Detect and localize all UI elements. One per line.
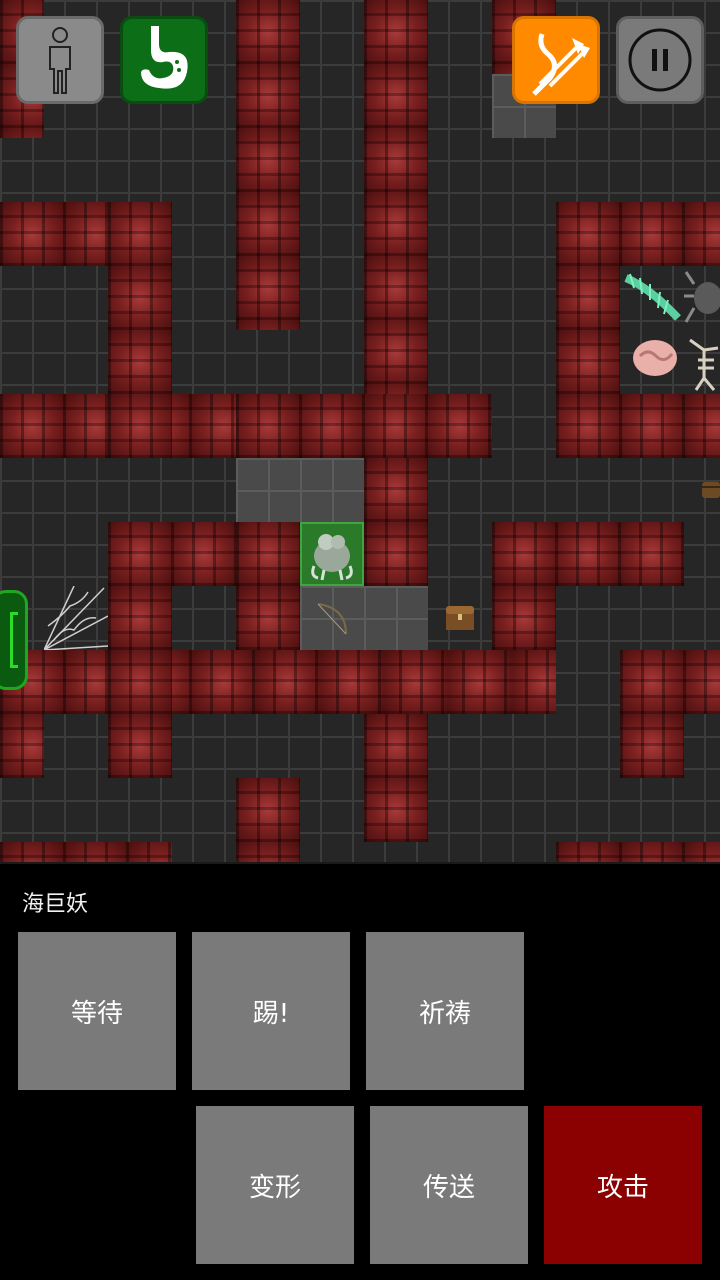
lit-floor — [236, 458, 364, 522]
wall-segment — [556, 202, 620, 458]
bow-icon[interactable] — [312, 598, 352, 638]
wall-segment — [236, 778, 300, 862]
wall-segment — [0, 842, 172, 862]
player-tile[interactable] — [300, 522, 364, 586]
quiver-arrows-icon — [532, 33, 590, 96]
pause-icon — [628, 28, 692, 92]
wall-segment — [0, 650, 556, 714]
brain-blob-icon[interactable] — [628, 334, 682, 382]
attack-button[interactable]: 攻击 — [544, 1106, 702, 1264]
teleport-button[interactable]: 传送 — [370, 1106, 528, 1264]
wall-segment — [0, 714, 44, 778]
wall-segment — [236, 522, 300, 650]
player-monster-icon — [311, 534, 353, 581]
wall-segment — [492, 522, 684, 586]
pause-button[interactable] — [616, 16, 704, 104]
pray-button[interactable]: 祈祷 — [366, 932, 524, 1090]
wall-segment — [108, 522, 236, 586]
wall-segment — [236, 0, 300, 330]
wall-segment — [556, 842, 720, 862]
barrel-icon[interactable] — [700, 478, 720, 502]
chest-icon[interactable] — [442, 600, 478, 636]
wall-segment — [236, 394, 492, 458]
wall-segment — [108, 586, 172, 778]
cobweb-icon — [44, 586, 108, 650]
action-panel: 海巨妖 等待 踢! 祈祷 变形 传送 攻击 — [0, 862, 720, 1280]
wall-segment — [620, 714, 684, 778]
stomach-icon — [141, 26, 188, 89]
wait-button[interactable]: 等待 — [18, 932, 176, 1090]
unicorn-skeleton-icon[interactable] — [684, 330, 720, 392]
character-button[interactable] — [16, 16, 104, 104]
person-outline-icon — [49, 27, 71, 94]
wall-segment — [108, 202, 172, 458]
polymorph-button[interactable]: 变形 — [196, 1106, 354, 1264]
target-monster-name: 海巨妖 — [22, 892, 89, 917]
wall-segment — [620, 650, 720, 714]
dungeon-map[interactable] — [0, 0, 720, 862]
wall-segment — [364, 0, 428, 394]
spider-icon[interactable] — [684, 266, 720, 328]
wall-segment — [364, 458, 428, 586]
bracket-icon — [10, 612, 18, 668]
wall-segment — [364, 714, 428, 842]
kick-button[interactable]: 踢! — [192, 932, 350, 1090]
side-drawer-handle[interactable] — [0, 590, 28, 690]
centipede-icon[interactable] — [620, 268, 684, 328]
stomach-button[interactable] — [120, 16, 208, 104]
quiver-button[interactable] — [512, 16, 600, 104]
wall-segment — [492, 586, 556, 650]
